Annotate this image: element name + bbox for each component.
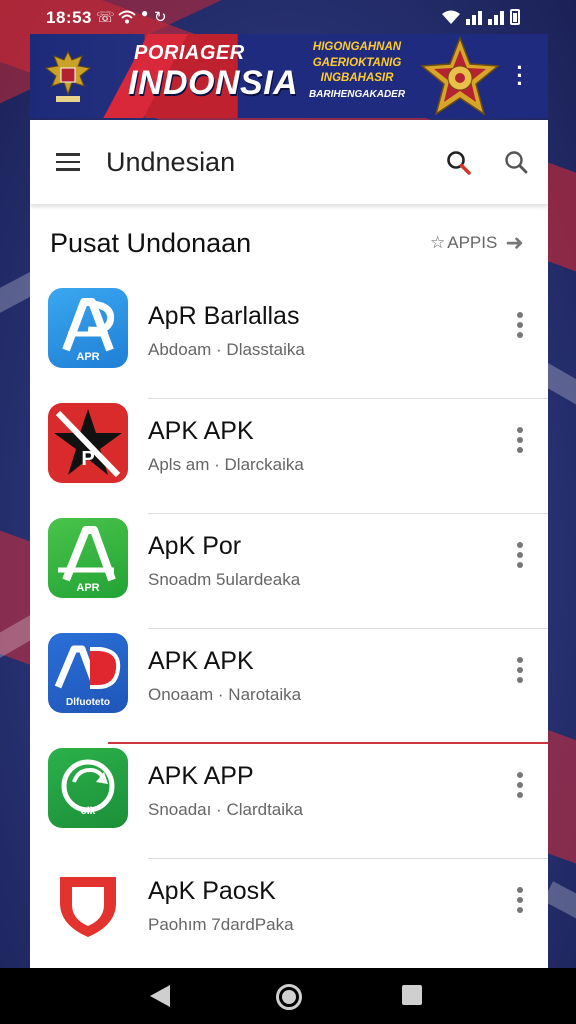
svg-text:olk: olk [81, 806, 96, 817]
more-options-icon[interactable] [514, 887, 526, 917]
more-options-icon[interactable] [514, 657, 526, 687]
banner-tagline: HIGONGAHNAN [312, 41, 402, 53]
list-item[interactable]: P APK APK Apls am · Dlarckaika [30, 399, 548, 514]
svg-text:APR: APR [76, 582, 99, 594]
home-icon[interactable] [276, 984, 302, 1010]
app-subtitle: Snoadm 5ulardeaka [148, 570, 301, 589]
app-subtitle: Apls am · Dlarckaika [148, 455, 304, 474]
app-icon-green-a: APR [48, 518, 128, 598]
see-all-label: APPIS [447, 233, 498, 252]
list-item[interactable]: Dlfuoteto APK APK Onoaam · Narotaika [30, 629, 548, 744]
app-icon-blue-a: APR [48, 288, 128, 368]
list-item[interactable]: olk APK APP Snoadaı · Clardtaika [30, 744, 548, 859]
app-name: ApR Barlallas [148, 302, 300, 330]
list-item[interactable]: APR ApK Por Snoadm 5ulardeaka [30, 514, 548, 629]
arrow-right-icon: ➜ [505, 230, 524, 255]
app-subtitle: Snoadaı · Clardtaika [148, 800, 303, 819]
banner-title: INDONSIA [128, 64, 299, 102]
hamburger-menu-icon[interactable] [56, 153, 80, 171]
list-item[interactable]: APR ApR Barlallas Abdoam · Dlasstaika [30, 284, 548, 399]
app-icon-red-shield [48, 863, 128, 943]
more-options-icon[interactable] [514, 542, 526, 572]
app-icon-red-star: P [48, 403, 128, 483]
status-bar: 18:53 ☏ ● ↻ [0, 0, 576, 34]
app-list: APR ApR Barlallas Abdoam · Dlasstaika P … [30, 284, 548, 968]
app-panel: Undnesian Pusat Undonaan ☆ APPIS ➜ APR A… [30, 120, 548, 968]
status-time: 18:53 [46, 8, 92, 27]
star-emblem-icon [420, 36, 500, 116]
battery-icon [510, 9, 520, 25]
app-icon-green-refresh: olk [48, 748, 128, 828]
phone-icon: ☏ [96, 9, 115, 26]
app-name: APK APK [148, 647, 254, 675]
banner-tagline: INGBAHASIR [320, 72, 394, 84]
app-bar: Undnesian [30, 120, 548, 204]
app-bar-title: Undnesian [106, 147, 236, 177]
svg-text:P: P [81, 448, 94, 470]
banner-tagline: GAERIOKTANIG [312, 56, 402, 69]
svg-text:APR: APR [76, 351, 99, 363]
signal-icon [488, 9, 504, 25]
app-icon-blue-ad: Dlfuoteto [48, 633, 128, 713]
section-heading: Pusat Undonaan [50, 228, 252, 258]
app-subtitle: Onoaam · Narotaika [148, 685, 302, 704]
more-options-icon[interactable] [514, 312, 526, 342]
app-name: APK APP [148, 762, 254, 790]
notification-dot-icon: ● [141, 6, 149, 20]
recents-icon[interactable] [402, 985, 422, 1005]
wifi-icon [442, 10, 460, 24]
garuda-emblem-icon [44, 50, 92, 102]
more-options-icon[interactable] [514, 427, 526, 457]
svg-text:Dlfuoteto: Dlfuoteto [66, 697, 110, 708]
signal-icon [466, 9, 482, 25]
list-item[interactable]: ApK PaosK Paohım 7dardPaka [30, 859, 548, 968]
banner-taglines: HIGONGAHNAN GAERIOKTANIG INGBAHASIR BARI… [302, 40, 412, 102]
banner-tagline: BARIHENGAKADER [308, 88, 406, 100]
search-icon[interactable] [446, 150, 472, 176]
app-subtitle: Paohım 7dardPaka [148, 915, 294, 934]
star-icon: ☆ [430, 233, 446, 252]
back-icon[interactable] [150, 985, 170, 1007]
navigation-bar [0, 968, 576, 1024]
wifi-icon [118, 10, 136, 24]
app-name: APK APK [148, 417, 254, 445]
banner-menu-icon[interactable]: · · · [514, 57, 526, 95]
app-name: ApK PaosK [148, 877, 276, 905]
sync-icon: ↻ [154, 9, 167, 26]
more-options-icon[interactable] [514, 772, 526, 802]
promo-banner[interactable]: PORIAGER INDONSIA HIGONGAHNAN GAERIOKTAN… [30, 34, 548, 118]
search-icon[interactable] [504, 150, 530, 176]
see-all-link[interactable]: ☆ APPIS ➜ [430, 230, 524, 256]
banner-title-small: PORIAGER [134, 42, 245, 64]
app-name: ApK Por [148, 532, 242, 560]
app-subtitle: Abdoam · Dlasstaika [148, 340, 305, 359]
